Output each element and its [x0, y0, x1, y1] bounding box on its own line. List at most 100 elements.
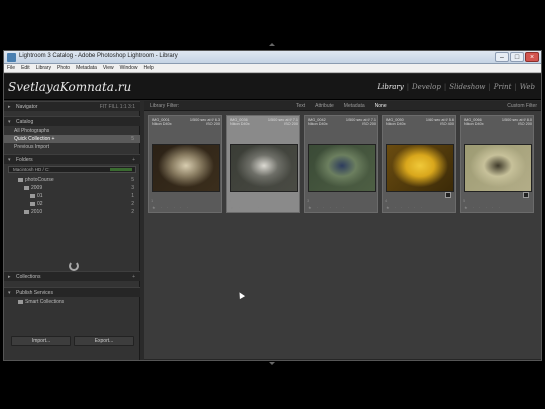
catalog-all-photographs[interactable]: All Photographs: [4, 127, 140, 135]
folder-row[interactable]: 02 2: [4, 200, 140, 208]
thumbnail-metadata: IMG_0042 1/500 sec at f/ 7.1 Nikon D40x ISO…: [308, 118, 376, 127]
bottom-toolbar: [144, 359, 541, 360]
filter-tab-metadata[interactable]: Metadata: [344, 101, 365, 111]
navigator-zoom[interactable]: FIT FILL 1:1 3:1: [100, 102, 135, 112]
menu-metadata[interactable]: Metadata: [76, 64, 97, 72]
add-folder-icon[interactable]: +: [132, 155, 135, 165]
cell-index: 4: [385, 198, 388, 203]
iso-info: ISO 200: [206, 122, 220, 127]
menu-edit[interactable]: Edit: [21, 64, 30, 72]
module-picker: Library | Develop | Slideshow | Print | …: [377, 83, 535, 91]
minimize-button[interactable]: –: [495, 52, 509, 62]
cell-index: 5: [463, 198, 466, 203]
photo-thumbnail[interactable]: [464, 144, 532, 192]
thumbnail-metadata: IMG_0050 1/60 sec at f/ 5.6 Nikon D40x ISO …: [386, 118, 454, 127]
identity-plate-bar: SvetlayaKomnata.ru Library | Develop | S…: [4, 74, 541, 100]
thumbnail-metadata: IMG_0036 1/500 sec at f/ 7.1 Nikon D40x ISO…: [230, 118, 298, 127]
folder-row[interactable]: 2010 2: [4, 208, 140, 216]
edit-badge-icon[interactable]: [445, 192, 451, 198]
thumbnail-cell[interactable]: IMG_0050 1/60 sec at f/ 5.6 Nikon D40x ISO …: [382, 115, 456, 213]
thumbnail-cell[interactable]: IMG_0036 1/500 sec at f/ 7.1 Nikon D40x ISO…: [226, 115, 300, 213]
cell-index: 2: [229, 198, 232, 203]
module-web[interactable]: Web: [520, 83, 535, 91]
edit-badge-icon[interactable]: [523, 192, 529, 198]
lightroom-window: Lightroom 3 Catalog - Adobe Photoshop Li…: [3, 50, 542, 361]
folder-icon: [18, 177, 23, 182]
top-panel-toggle-icon[interactable]: [269, 43, 275, 46]
bottom-panel-toggle-icon[interactable]: [269, 362, 275, 365]
cell-index: 1: [151, 198, 154, 203]
star-rating[interactable]: ★ · · · · ·: [464, 205, 532, 210]
menu-library[interactable]: Library: [36, 64, 51, 72]
smart-collections-row[interactable]: Smart Collections: [4, 298, 140, 306]
menu-bar: File Edit Library Photo Metadata View Wi…: [4, 64, 541, 73]
catalog-previous-import[interactable]: Previous Import: [4, 143, 140, 151]
filter-tab-text[interactable]: Text: [296, 101, 305, 111]
collapse-triangle-icon: ▾: [8, 119, 11, 125]
catalog-quick-collection[interactable]: Quick Collection + 5: [4, 135, 140, 143]
star-rating[interactable]: ★ · · · · ·: [308, 205, 376, 210]
thumbnail-cell[interactable]: IMG_0042 1/500 sec at f/ 7.1 Nikon D40x ISO…: [304, 115, 378, 213]
menu-window[interactable]: Window: [120, 64, 138, 72]
navigator-header[interactable]: ▸ Navigator FIT FILL 1:1 3:1: [4, 101, 140, 111]
collapse-triangle-icon: ▾: [8, 290, 11, 296]
folder-row[interactable]: photoCourse 5: [4, 176, 140, 184]
thumbnail-cell[interactable]: IMG_0066 1/500 sec at f/ 8.0 Nikon D40x ISO…: [460, 115, 534, 213]
identity-plate: SvetlayaKomnata.ru: [8, 80, 132, 94]
collapse-triangle-icon: ▾: [8, 157, 11, 163]
photo-thumbnail[interactable]: [230, 144, 298, 192]
thumbnail-cell[interactable]: IMG_0001 1/500 sec at f/ 6.3 Nikon D40x ISO…: [148, 115, 222, 213]
app-icon: [7, 53, 16, 62]
filter-tab-attribute[interactable]: Attribute: [315, 101, 334, 111]
menu-view[interactable]: View: [103, 64, 114, 72]
iso-info: ISO 200: [362, 122, 376, 127]
iso-info: ISO 200: [518, 122, 532, 127]
folders-header[interactable]: ▾ Folders +: [4, 154, 140, 164]
iso-info: ISO 200: [284, 122, 298, 127]
thumbnail-metadata: IMG_0066 1/500 sec at f/ 8.0 Nikon D40x ISO…: [464, 118, 532, 127]
folder-row[interactable]: 01 1: [4, 192, 140, 200]
folder-icon: [30, 193, 35, 198]
photo-thumbnail[interactable]: [386, 144, 454, 192]
module-slideshow[interactable]: Slideshow: [449, 83, 485, 91]
screen: Lightroom 3 Catalog - Adobe Photoshop Li…: [0, 0, 545, 409]
volume-bar[interactable]: Macintosh HD / C:: [8, 166, 136, 173]
module-print[interactable]: Print: [494, 83, 512, 91]
grid-view: Library Filter: Text Attribute Metadata …: [144, 101, 541, 360]
publish-services-header[interactable]: ▾ Publish Services: [4, 287, 140, 297]
thumbnail-metadata: IMG_0001 1/500 sec at f/ 6.3 Nikon D40x ISO…: [152, 118, 220, 127]
collection-set-icon: [18, 299, 23, 304]
library-filter-bar: Library Filter: Text Attribute Metadata …: [144, 101, 541, 111]
module-library[interactable]: Library: [377, 83, 403, 91]
folder-icon: [30, 201, 35, 206]
photo-thumbnail[interactable]: [152, 144, 220, 192]
close-button[interactable]: ×: [525, 52, 539, 62]
menu-file[interactable]: File: [7, 64, 15, 72]
add-collection-icon[interactable]: +: [132, 272, 135, 282]
module-develop[interactable]: Develop: [412, 83, 441, 91]
menu-help[interactable]: Help: [143, 64, 153, 72]
loading-spinner-icon: [69, 261, 79, 271]
star-rating[interactable]: ★ · · · · ·: [230, 205, 298, 210]
filter-tab-none[interactable]: None: [375, 101, 387, 111]
left-panel: ▸ Navigator FIT FILL 1:1 3:1 ▾ Catalog A…: [4, 101, 140, 360]
maximize-button[interactable]: □: [510, 52, 524, 62]
export-button[interactable]: Export...: [74, 336, 134, 346]
window-controls: – □ ×: [495, 52, 539, 63]
catalog-header[interactable]: ▾ Catalog: [4, 116, 140, 126]
photo-thumbnail[interactable]: [308, 144, 376, 192]
star-rating[interactable]: ★ · · · · ·: [152, 205, 220, 210]
folder-icon: [24, 209, 29, 214]
collections-header[interactable]: ▸ Collections +: [4, 271, 140, 281]
expand-triangle-icon: ▸: [8, 104, 11, 110]
folder-row[interactable]: 2009 3: [4, 184, 140, 192]
filter-tabs: Text Attribute Metadata None: [296, 101, 387, 111]
folder-icon: [24, 185, 29, 190]
expand-triangle-icon: ▸: [8, 274, 11, 280]
custom-filter-dropdown[interactable]: Custom Filter: [507, 101, 537, 111]
volume-usage-bar: [110, 168, 132, 171]
menu-photo[interactable]: Photo: [57, 64, 70, 72]
import-button[interactable]: Import...: [11, 336, 71, 346]
library-filter-label: Library Filter:: [150, 103, 180, 109]
star-rating[interactable]: ★ · · · · ·: [386, 205, 454, 210]
